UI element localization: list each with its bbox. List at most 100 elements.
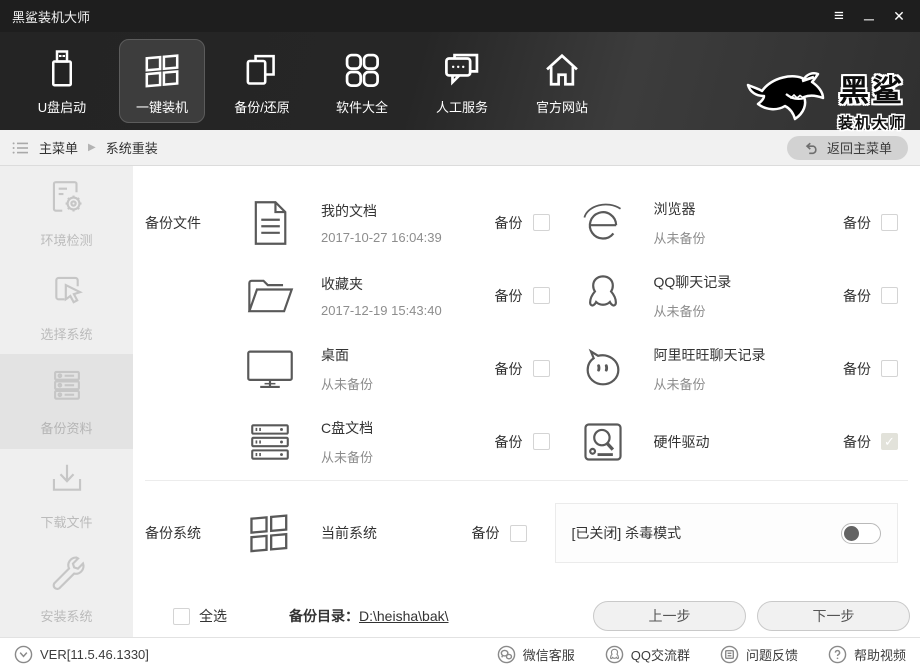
backup-checkbox[interactable] xyxy=(881,287,898,304)
section-label-system: 备份系统 xyxy=(145,525,201,541)
qq-penguin-icon xyxy=(578,272,628,320)
backup-data-icon xyxy=(48,366,86,409)
help-icon xyxy=(828,645,847,664)
select-all-checkbox[interactable] xyxy=(173,607,190,625)
breadcrumb-root[interactable]: 主菜单 xyxy=(39,138,78,157)
aliwangwang-bubble-icon xyxy=(578,347,628,391)
feedback-icon xyxy=(720,645,739,664)
env-check-icon xyxy=(48,178,86,221)
monitor-icon xyxy=(245,347,295,391)
sidebar-item-backup-data[interactable]: 备份资料 xyxy=(0,354,133,449)
backup-label: 备份 xyxy=(494,287,523,304)
qq-group-link[interactable]: QQ交流群 xyxy=(605,645,690,664)
backup-label: 备份 xyxy=(471,525,500,541)
bottom-action-bar: 全选 备份目录： D:\heisha\bak\ 上一步 下一步 xyxy=(145,599,910,633)
backup-label: 备份 xyxy=(494,360,523,377)
main-nav: U盘启动 一键装机 备份/还原 软件大全 人工服务 官方网站 黑鲨 装机大师 xyxy=(0,32,920,133)
back-arrow-icon xyxy=(805,142,817,155)
backup-checkbox[interactable] xyxy=(532,287,550,304)
backup-checkbox[interactable] xyxy=(532,433,550,450)
backup-item-name: C盘文档 xyxy=(321,419,374,436)
backup-checkbox[interactable] xyxy=(532,360,550,377)
backup-item-status: 从未备份 xyxy=(321,376,374,392)
windows-system-icon xyxy=(245,511,295,555)
section-label-files: 备份文件 xyxy=(145,214,201,231)
prev-step-button[interactable]: 上一步 xyxy=(593,601,746,631)
nav-label: 备份/还原 xyxy=(234,99,290,115)
sidebar-item-env-check[interactable]: 环境检测 xyxy=(0,166,133,260)
backup-item-status: 从未备份 xyxy=(321,449,374,465)
footer-link-label: 微信客服 xyxy=(522,648,575,663)
nav-label: 官方网站 xyxy=(535,99,588,115)
shark-logo-icon xyxy=(746,67,828,132)
backup-item-browser: 浏览器 从未备份 备份 xyxy=(578,199,911,247)
toggle-knob xyxy=(844,525,859,541)
nav-item-backup-restore[interactable]: 备份/还原 xyxy=(219,39,305,123)
version-info: VER[11.5.46.1330] xyxy=(14,645,149,664)
select-all-label: 全选 xyxy=(199,608,227,624)
backup-item-name: 硬件驱动 xyxy=(653,433,710,450)
wechat-support-link[interactable]: 微信客服 xyxy=(497,645,575,664)
backup-item-desktop: 桌面 从未备份 备份 xyxy=(245,345,578,393)
backup-label: 备份 xyxy=(494,214,523,231)
sidebar-item-download-files[interactable]: 下载文件 xyxy=(0,449,133,543)
sidebar-item-label: 选择系统 xyxy=(40,326,93,342)
backup-item-status: 2017-12-19 15:43:40 xyxy=(321,302,442,318)
titlebar: 黑鲨装机大师 ≡ ─ ✕ xyxy=(0,0,920,32)
backup-item-status: 从未备份 xyxy=(653,303,706,319)
brand-text: 黑鲨 装机大师 xyxy=(838,66,906,133)
backup-item-current-system: 当前系统 备份 xyxy=(245,511,555,555)
antivirus-toggle[interactable] xyxy=(841,522,881,544)
backup-dir-link[interactable]: D:\heisha\bak\ xyxy=(359,608,449,624)
nav-item-support[interactable]: 人工服务 xyxy=(419,39,505,123)
backup-label: 备份 xyxy=(843,433,871,450)
breadcrumb-current: 系统重装 xyxy=(105,141,158,156)
backup-item-name: 我的文档 xyxy=(321,202,377,219)
backup-item-name: 桌面 xyxy=(321,346,349,363)
version-text: VER[11.5.46.1330] xyxy=(40,647,149,662)
sidebar-item-select-system[interactable]: 选择系统 xyxy=(0,260,133,354)
backup-item-name: 收藏夹 xyxy=(321,275,363,292)
backup-checkbox[interactable] xyxy=(881,214,898,231)
backup-item-name: QQ聊天记录 xyxy=(653,273,732,290)
help-video-link[interactable]: 帮助视频 xyxy=(828,645,906,664)
windows-icon xyxy=(142,47,182,89)
sidebar-item-label: 安装系统 xyxy=(40,609,93,625)
wrench-icon xyxy=(48,554,86,597)
download-icon xyxy=(48,460,86,503)
menu-list-icon xyxy=(12,141,29,155)
app-window: 黑鲨装机大师 ≡ ─ ✕ U盘启动 一键装机 备份/还原 软件大全 人工服务 官… xyxy=(0,0,920,671)
backup-item-status: 从未备份 xyxy=(653,376,706,392)
antivirus-mode-box: [已关闭] 杀毒模式 xyxy=(554,503,898,563)
nav-item-website[interactable]: 官方网站 xyxy=(519,39,605,123)
backup-label: 备份 xyxy=(843,214,871,231)
backup-item-status: 2017-10-27 16:04:39 xyxy=(321,229,442,245)
breadcrumb-arrow-icon: ▶ xyxy=(88,142,96,153)
next-step-button[interactable]: 下一步 xyxy=(757,601,910,631)
version-v-icon xyxy=(14,645,33,664)
backup-item-qq-chat: QQ聊天记录 从未备份 备份 xyxy=(578,272,911,320)
nav-item-software[interactable]: 软件大全 xyxy=(319,39,405,123)
close-icon[interactable]: ✕ xyxy=(884,3,914,29)
nav-item-usb-boot[interactable]: U盘启动 xyxy=(19,39,105,123)
backup-label: 备份 xyxy=(843,287,871,304)
nav-item-one-key-install[interactable]: 一键装机 xyxy=(119,39,205,123)
menu-icon[interactable]: ≡ xyxy=(824,3,854,29)
sidebar-item-label: 下载文件 xyxy=(40,515,93,531)
app-title: 黑鲨装机大师 xyxy=(12,9,91,25)
footer-link-label: 问题反馈 xyxy=(745,648,798,663)
backup-item-my-documents: 我的文档 2017-10-27 16:04:39 备份 xyxy=(245,199,578,247)
sidebar-item-install-system[interactable]: 安装系统 xyxy=(0,543,133,637)
feedback-link[interactable]: 问题反馈 xyxy=(720,645,798,664)
backup-row: C盘文档 从未备份 备份 硬件驱动 备份 ✓ xyxy=(145,405,910,478)
minimize-icon[interactable]: ─ xyxy=(854,3,884,29)
backup-item-favorites: 收藏夹 2017-12-19 15:43:40 备份 xyxy=(245,274,578,318)
backup-row: 备份文件 我的文档 2017-10-27 16:04:39 备份 浏览器 从未备… xyxy=(145,186,910,259)
footer-link-label: QQ交流群 xyxy=(630,648,690,663)
backup-checkbox[interactable] xyxy=(881,360,898,377)
return-main-menu-button[interactable]: 返回主菜单 xyxy=(786,135,908,160)
backup-item-name: 阿里旺旺聊天记录 xyxy=(653,346,766,363)
backup-checkbox[interactable] xyxy=(881,433,898,450)
backup-checkbox[interactable] xyxy=(532,214,550,231)
backup-checkbox[interactable] xyxy=(509,524,527,542)
